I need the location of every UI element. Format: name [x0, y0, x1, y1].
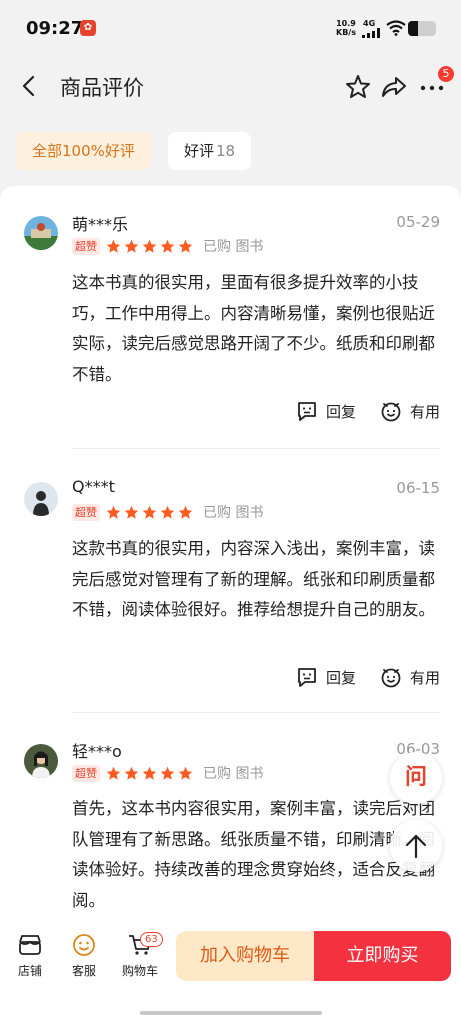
useful-button[interactable]: 有用 — [380, 666, 440, 688]
network-type: 4G — [363, 19, 376, 28]
status-bar: 09:27 ✿ 10.9 KB/s 4G — [0, 0, 461, 58]
buy-now-button[interactable]: 立即购买 — [314, 931, 451, 981]
star-icon — [160, 766, 175, 780]
add-to-cart-button[interactable]: 加入购物车 — [176, 931, 314, 981]
reply-icon — [298, 668, 316, 687]
message-count-badge: 5 — [438, 66, 454, 82]
star-icon — [178, 505, 193, 519]
super-like-badge: 超赞 — [72, 237, 100, 255]
star-icon — [124, 505, 139, 519]
bottom-action-bar: 店铺 客服 购物车 63 加入购物车 立即购买 — [0, 926, 461, 1024]
avatar[interactable] — [24, 482, 58, 516]
star-icon — [124, 766, 139, 780]
arrow-up-icon — [405, 834, 427, 859]
filter-bar: 全部100%好评 好评 18 — [0, 114, 461, 186]
cart-count-badge: 63 — [140, 932, 163, 947]
nav-bar: 商品评价 5 — [0, 58, 461, 114]
tab-good-count: 18 — [216, 142, 236, 160]
review-list[interactable]: 萌***乐 05-29 超赞 已购 图书 这本书真的很实用，里面有很多提升效率的… — [0, 186, 461, 926]
rating-stars — [106, 766, 193, 781]
rating-stars — [106, 239, 193, 254]
avatar[interactable] — [24, 216, 58, 250]
page-title: 商品评价 — [60, 76, 144, 100]
favorite-star-icon[interactable] — [344, 73, 372, 101]
star-icon — [106, 766, 121, 780]
network-speed: 10.9 KB/s — [336, 19, 356, 37]
review-meta: 超赞 已购 图书 — [72, 237, 263, 255]
purchase-tag: 已购 图书 — [203, 239, 264, 255]
useful-label: 有用 — [410, 668, 441, 687]
store-button[interactable]: 店铺 — [8, 932, 52, 979]
star-icon — [178, 239, 193, 253]
reply-label: 回复 — [326, 668, 357, 687]
super-like-badge: 超赞 — [72, 503, 100, 521]
useful-label: 有用 — [410, 402, 441, 421]
ask-question-button[interactable]: 问 — [390, 752, 442, 804]
useful-button[interactable]: 有用 — [380, 400, 440, 422]
review-text: 这款书真的很实用，内容深入浅出，案例丰富，读完后感觉对管理有了新的理解。纸张和印… — [72, 539, 435, 619]
useful-icon — [381, 668, 401, 688]
back-arrow-icon[interactable] — [18, 74, 42, 98]
wifi-icon — [386, 20, 406, 36]
customer-service-icon — [73, 934, 95, 956]
store-icon — [19, 935, 41, 955]
app-notification-icon: ✿ — [80, 20, 96, 36]
tab-all-reviews[interactable]: 全部100%好评 — [16, 132, 151, 170]
review-username: Q***t — [72, 477, 115, 496]
cart-label: 购物车 — [121, 964, 158, 978]
reply-icon — [298, 402, 316, 421]
review-date: 06-15 — [396, 479, 440, 497]
battery-level — [408, 21, 418, 36]
review-text: 首先，这本书内容很实用，案例丰富，读完后对团队管理有了新思路。纸张质量不错，印刷… — [72, 799, 435, 910]
star-icon — [142, 239, 157, 253]
review-text: 这本书真的很实用，里面有很多提升效率的小技巧，工作中用得上。内容清晰易懂，案例也… — [72, 273, 435, 384]
rating-stars — [106, 505, 193, 520]
star-icon — [178, 766, 193, 780]
reply-button[interactable]: 回复 — [296, 666, 356, 688]
review-date: 05-29 — [396, 213, 440, 231]
review-divider — [72, 712, 440, 713]
super-like-badge: 超赞 — [72, 764, 100, 782]
avatar[interactable] — [24, 744, 58, 778]
share-icon[interactable] — [380, 73, 408, 101]
star-icon — [106, 505, 121, 519]
star-icon — [124, 239, 139, 253]
review-username: 轻***o — [72, 742, 122, 761]
customer-service-button[interactable]: 客服 — [62, 932, 106, 979]
star-icon — [142, 505, 157, 519]
tab-good-label: 好评 — [184, 142, 215, 160]
star-icon — [106, 239, 121, 253]
reply-label: 回复 — [326, 402, 357, 421]
store-label: 店铺 — [17, 964, 42, 978]
review-username: 萌***乐 — [72, 215, 129, 234]
signal-icon — [362, 28, 380, 38]
tab-good-reviews[interactable]: 好评 18 — [168, 132, 252, 170]
review-divider — [72, 448, 440, 449]
home-indicator[interactable] — [140, 1011, 322, 1015]
status-time: 09:27 — [26, 18, 84, 39]
useful-icon — [381, 402, 401, 422]
review-meta: 超赞 已购 图书 — [72, 503, 263, 521]
purchase-tag: 已购 图书 — [203, 505, 264, 521]
back-to-top-button[interactable] — [390, 820, 442, 872]
reply-button[interactable]: 回复 — [296, 400, 356, 422]
battery-icon — [408, 21, 436, 36]
review-meta: 超赞 已购 图书 — [72, 764, 263, 782]
star-icon — [142, 766, 157, 780]
purchase-tag: 已购 图书 — [203, 766, 264, 782]
customer-service-label: 客服 — [71, 964, 96, 978]
star-icon — [160, 505, 175, 519]
star-icon — [160, 239, 175, 253]
